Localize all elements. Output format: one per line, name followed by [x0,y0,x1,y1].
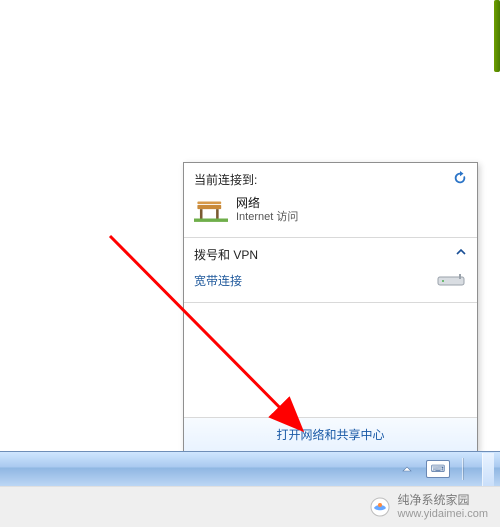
open-network-center-label: 打开网络和共享中心 [276,428,384,442]
open-network-center-button[interactable]: 打开网络和共享中心 [184,417,477,451]
taskbar: ⌨ [0,451,500,486]
tray-divider [462,458,464,480]
watermark-url: www.yidaimei.com [398,508,488,521]
flyout-spacer [184,303,477,417]
watermark-texts: 纯净系统家园 www.yidaimei.com [398,494,488,520]
watermark-strip: 纯净系统家园 www.yidaimei.com [0,486,500,527]
park-bench-icon [194,196,228,224]
current-connection-heading: 当前连接到: [194,171,467,188]
watermark-brand: 纯净系统家园 [398,494,488,508]
current-connection-section: 当前连接到: 网络 Internet 访问 [184,163,477,238]
connection-name: 网络 [236,196,298,211]
modem-icon [437,273,467,287]
network-flyout: 当前连接到: 网络 Internet 访问 拨号和 VP [183,162,478,452]
broadband-connection-label: 宽带连接 [194,272,242,289]
connection-texts: 网络 Internet 访问 [236,196,298,225]
window-edge [494,0,500,72]
refresh-icon[interactable] [453,171,467,185]
ime-icon[interactable]: ⌨ [426,460,450,478]
tray-up-icon[interactable] [400,462,414,476]
show-desktop-button[interactable] [482,453,494,486]
broadband-connection-item[interactable]: 宽带连接 [194,269,467,292]
watermark-logo-icon [370,497,390,517]
dial-vpn-heading: 拨号和 VPN [194,246,467,263]
connection-row[interactable]: 网络 Internet 访问 [194,194,467,227]
connection-subtext: Internet 访问 [236,211,298,225]
caret-up-icon[interactable] [455,246,467,258]
dial-vpn-section: 拨号和 VPN 宽带连接 [184,238,477,303]
